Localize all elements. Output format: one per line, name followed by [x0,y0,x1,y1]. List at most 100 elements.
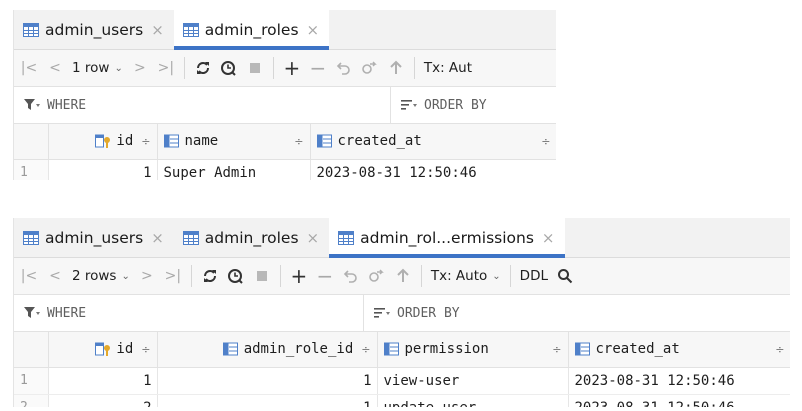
sort-icon[interactable]: ÷ [294,135,303,148]
tab-admin-roles[interactable]: admin_roles × [174,218,329,257]
cell-created-at[interactable]: 2023-08-31 12:50:46 [568,367,790,395]
cell-permission[interactable]: update-user [377,394,569,407]
first-page-button[interactable]: |< [18,56,40,80]
ddl-button[interactable]: DDL [518,264,550,288]
order-by-field[interactable]: ORDER BY [364,295,460,331]
search-button[interactable] [554,264,576,288]
order-by-label: ORDER BY [424,97,487,113]
upload-button[interactable] [385,56,407,80]
row-count-dropdown[interactable]: 2 rows ⌄ [70,264,132,288]
transaction-mode-dropdown[interactable]: Tx: Auto ⌄ [429,264,503,288]
sort-icon[interactable]: ÷ [141,135,150,148]
funnel-filter-icon [23,306,41,320]
column-header-name[interactable]: name ÷ [157,124,311,160]
cell-created-at[interactable]: 2023-08-31 12:50:46 [568,394,790,407]
table-grid-icon [182,22,199,37]
row-number: 1 [14,159,49,180]
column-label: name [184,133,219,150]
cell-permission[interactable]: view-user [377,367,569,395]
first-page-button[interactable]: |< [18,264,40,288]
cell-admin-role-id[interactable]: 1 [157,394,378,407]
last-page-button[interactable]: >| [162,264,184,288]
search-icon [557,269,573,284]
table-row[interactable]: 1 1 1 view-user 2023-08-31 12:50:46 [14,367,790,395]
column-header-admin-role-id[interactable]: admin_role_id ÷ [157,332,378,368]
refresh-button[interactable] [192,56,214,80]
refresh-icon [203,270,216,282]
tab-admin-roles[interactable]: admin_roles × [173,10,330,50]
sort-icon[interactable]: ÷ [775,343,784,356]
column-icon [222,342,238,356]
history-clock-icon [228,268,244,284]
toolbar-divider [272,57,274,79]
column-header-id[interactable]: id ÷ [48,124,158,160]
toolbar-divider [183,57,185,79]
upload-button[interactable] [392,264,414,288]
column-header-id[interactable]: id ÷ [48,332,158,368]
row-number: 2 [14,394,49,407]
close-tab-icon[interactable]: × [307,21,320,39]
filter-bar: WHERE ORDER BY [14,295,790,332]
revert-icon [343,270,357,283]
cell-id[interactable]: 1 [48,159,158,180]
editor-tab-bar: admin_users × admin_roles × admin_rol...… [14,218,790,258]
previous-page-button[interactable]: < [44,264,66,288]
close-tab-icon[interactable]: × [307,229,320,247]
close-tab-icon[interactable]: × [542,229,555,247]
tab-admin-role-permissions[interactable]: admin_rol...ermissions × [329,218,565,258]
tab-admin-users[interactable]: admin_users × [14,10,174,49]
next-page-button[interactable]: > [136,264,158,288]
data-editor-panel-1: admin_users × admin_roles × |< < 1 row ⌄ … [13,10,556,180]
submit-changes-icon [369,269,385,282]
column-label: created_at [337,133,422,150]
cell-name[interactable]: Super Admin [157,159,311,180]
cell-admin-role-id[interactable]: 1 [157,367,378,395]
cell-id[interactable]: 1 [48,367,158,395]
revert-button[interactable] [340,264,362,288]
table-grid-icon [23,230,39,245]
stop-button[interactable] [251,264,273,288]
tab-label: admin_users [45,20,144,39]
row-number-header [14,124,49,160]
table-grid-icon [182,230,199,245]
submit-button[interactable] [366,264,388,288]
delete-row-button[interactable]: − [314,264,336,288]
transaction-mode-dropdown[interactable]: Tx: Aut [422,56,474,80]
column-header-created-at[interactable]: created_at ÷ [568,332,790,368]
delete-row-button[interactable]: − [307,56,329,80]
stop-button[interactable] [244,56,266,80]
sort-icon[interactable]: ÷ [541,135,550,148]
previous-page-button[interactable]: < [44,56,66,80]
row-count-dropdown[interactable]: 1 row ⌄ [70,56,125,80]
sort-icon[interactable]: ÷ [361,343,370,356]
column-label: id [116,341,134,358]
column-header-created-at[interactable]: created_at ÷ [310,124,556,160]
cell-id[interactable]: 2 [48,394,158,407]
results-grid: id ÷ admin_role_id ÷ permission ÷ create… [14,332,790,407]
column-header-permission[interactable]: permission ÷ [377,332,569,368]
where-filter-field[interactable]: WHERE [14,295,364,331]
order-by-field[interactable]: ORDER BY [391,87,487,123]
history-button[interactable] [218,56,240,80]
submit-button[interactable] [359,56,381,80]
sort-icon[interactable]: ÷ [141,343,150,356]
add-row-button[interactable]: + [281,56,303,80]
add-row-button[interactable]: + [288,264,310,288]
close-tab-icon[interactable]: × [151,21,164,39]
refresh-button[interactable] [199,264,221,288]
last-page-button[interactable]: >| [155,56,177,80]
where-filter-field[interactable]: WHERE [14,87,391,123]
cell-created-at[interactable]: 2023-08-31 12:50:46 [310,159,556,180]
results-toolbar: |< < 2 rows ⌄ > >| + − Tx: Auto ⌄ DDL [14,258,790,295]
tab-admin-users[interactable]: admin_users × [14,218,174,257]
sort-icon[interactable]: ÷ [552,343,561,356]
close-tab-icon[interactable]: × [151,229,164,247]
history-button[interactable] [225,264,247,288]
next-page-button[interactable]: > [129,56,151,80]
column-icon [574,342,590,356]
tab-label: admin_users [45,228,144,247]
toolbar-divider [420,265,422,287]
table-row[interactable]: 1 1 Super Admin 2023-08-31 12:50:46 [14,159,556,180]
table-row[interactable]: 2 2 1 update-user 2023-08-31 12:50:46 [14,394,790,407]
revert-button[interactable] [333,56,355,80]
